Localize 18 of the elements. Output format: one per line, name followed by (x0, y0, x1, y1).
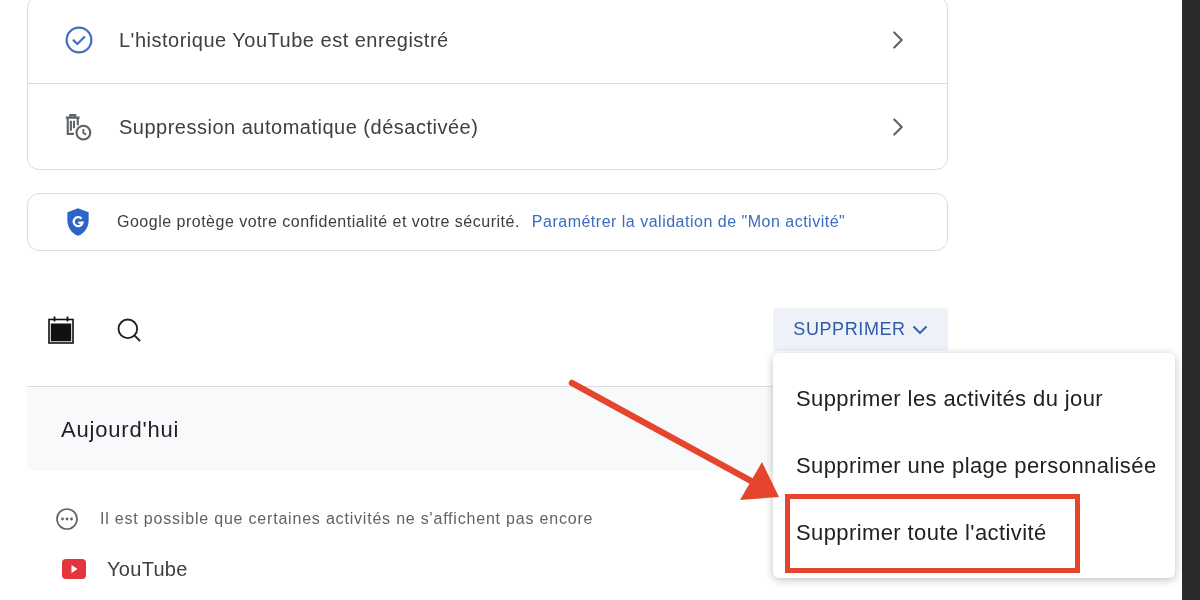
menu-item[interactable]: Supprimer toute l'activité (791, 510, 1175, 554)
date-heading: Aujourd'hui (61, 415, 180, 444)
settings-row[interactable]: L'historique YouTube est enregistré (28, 0, 947, 83)
activity-source-label: YouTube (107, 557, 188, 582)
dots-circle-icon (56, 508, 78, 530)
caret-icon (911, 324, 928, 335)
check-circle-icon (65, 26, 93, 54)
menu-item[interactable]: Supprimer les activités du jour (791, 376, 1175, 420)
pending-activity-notice: Il est possible que certaines activités ne s'affichent pas encore (100, 509, 594, 529)
trash-clock-icon (64, 111, 94, 142)
menu-item[interactable]: Supprimer une plage personnalisée (791, 443, 1175, 487)
delete-button[interactable]: SUPPRIMER (773, 308, 948, 351)
play-button-icon (62, 559, 86, 579)
settings-row[interactable]: Suppression automatique (désactivée) (28, 83, 947, 169)
validation-link[interactable]: Paramétrer la validation de "Mon activité" (531, 210, 846, 234)
calendar-icon[interactable] (48, 315, 74, 344)
security-notice-text: Google protège votre confidentialité et votre sécurité. (117, 212, 520, 232)
shield-icon (65, 207, 91, 237)
